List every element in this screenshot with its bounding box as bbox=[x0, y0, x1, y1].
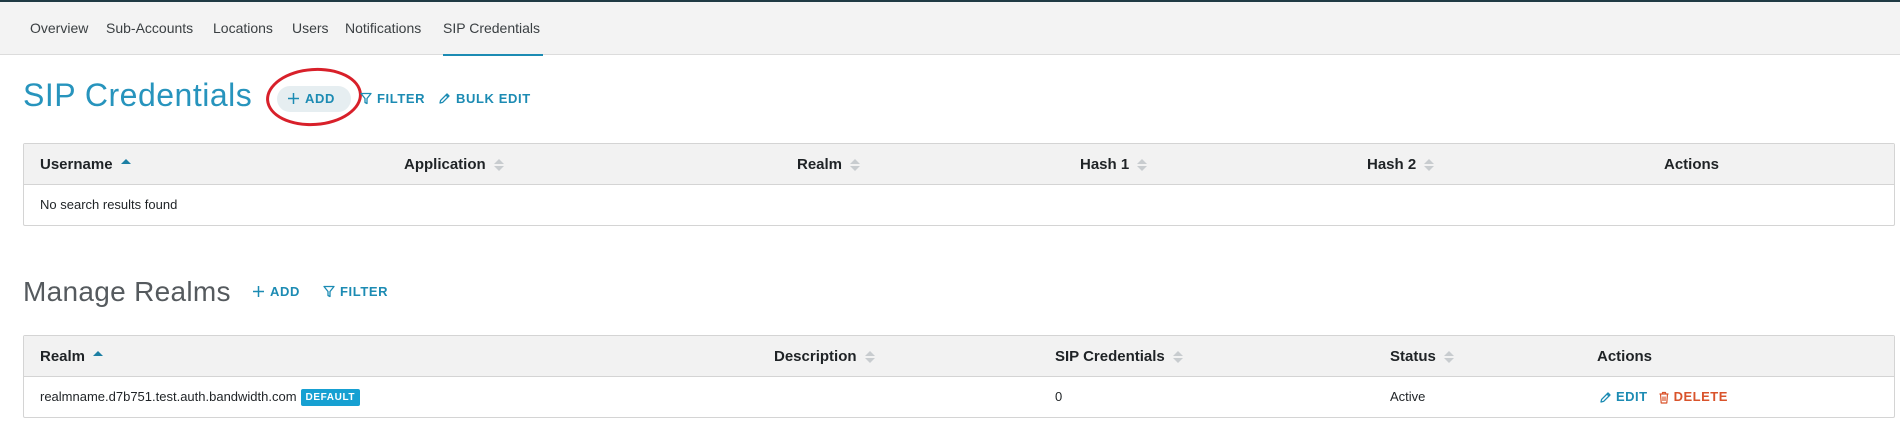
add-label: ADD bbox=[270, 284, 300, 299]
delete-realm-button[interactable]: DELETE bbox=[1658, 377, 1728, 417]
table-row: realmname.d7b751.test.auth.bandwidth.com… bbox=[24, 377, 1894, 417]
delete-label: DELETE bbox=[1673, 389, 1728, 404]
edit-label: EDIT bbox=[1616, 389, 1648, 404]
column-header-actions: Actions bbox=[1664, 156, 1720, 173]
trash-icon bbox=[1659, 391, 1669, 404]
plus-icon bbox=[253, 286, 264, 297]
tab-sub-accounts[interactable]: Sub-Accounts bbox=[106, 2, 193, 55]
add-sip-credential-button[interactable]: ADD bbox=[287, 91, 335, 106]
funnel-icon bbox=[360, 92, 372, 105]
sort-icon bbox=[850, 158, 861, 171]
actions-cell: EDIT DELETE bbox=[1599, 377, 1728, 417]
sip-credentials-title: SIP Credentials bbox=[23, 77, 253, 113]
filter-realms-button[interactable]: FILTER bbox=[323, 284, 388, 299]
tab-overview[interactable]: Overview bbox=[30, 2, 88, 55]
column-header-hash-1[interactable]: Hash 1 bbox=[1080, 144, 1148, 185]
manage-realms-title: Manage Realms bbox=[23, 276, 231, 307]
tab-users[interactable]: Users bbox=[292, 2, 329, 55]
active-tab-indicator bbox=[443, 54, 543, 56]
tab-locations[interactable]: Locations bbox=[213, 2, 273, 55]
add-label: ADD bbox=[305, 91, 335, 106]
add-realm-button[interactable]: ADD bbox=[252, 284, 300, 299]
column-header-realm[interactable]: Realm bbox=[40, 336, 104, 377]
table-header: Username Application Realm Hash 1 Hash 2… bbox=[24, 144, 1894, 185]
tab-bar: Overview Sub-Accounts Locations Users No… bbox=[0, 2, 1900, 56]
empty-row: No search results found bbox=[24, 185, 1894, 225]
sort-ascending-icon bbox=[93, 350, 104, 363]
sip-credentials-table: Username Application Realm Hash 1 Hash 2… bbox=[23, 143, 1895, 226]
sort-icon bbox=[1172, 350, 1183, 363]
filter-label: FILTER bbox=[340, 284, 389, 299]
column-header-application[interactable]: Application bbox=[404, 144, 504, 185]
table-header: Realm Description SIP Credentials Status… bbox=[24, 336, 1894, 377]
column-header-username[interactable]: Username bbox=[40, 144, 131, 185]
column-header-actions: Actions bbox=[1597, 348, 1653, 365]
plus-icon bbox=[288, 93, 299, 104]
sip-credentials-count-cell: 0 bbox=[1055, 389, 1063, 404]
column-header-hash-2[interactable]: Hash 2 bbox=[1367, 144, 1435, 185]
sort-ascending-icon bbox=[120, 158, 131, 171]
sort-icon bbox=[493, 158, 504, 171]
sort-icon bbox=[1137, 158, 1148, 171]
funnel-icon bbox=[323, 285, 335, 298]
sort-icon bbox=[1443, 350, 1454, 363]
column-header-description[interactable]: Description bbox=[774, 336, 875, 377]
bulk-edit-label: BULK EDIT bbox=[456, 91, 531, 106]
filter-sip-credentials-button[interactable]: FILTER bbox=[360, 91, 425, 106]
pencil-icon bbox=[439, 93, 450, 104]
realm-name: realmname.d7b751.test.auth.bandwidth.com bbox=[40, 389, 297, 404]
status-cell: Active bbox=[1390, 389, 1426, 404]
tab-notifications[interactable]: Notifications bbox=[345, 2, 421, 55]
empty-message: No search results found bbox=[40, 197, 178, 212]
realm-cell: realmname.d7b751.test.auth.bandwidth.com… bbox=[40, 377, 361, 417]
default-badge: DEFAULT bbox=[300, 388, 361, 406]
sort-icon bbox=[1424, 158, 1435, 171]
bulk-edit-button[interactable]: BULK EDIT bbox=[438, 91, 531, 106]
tab-sip-credentials[interactable]: SIP Credentials bbox=[443, 2, 540, 55]
pencil-icon bbox=[1600, 391, 1611, 403]
realms-table: Realm Description SIP Credentials Status… bbox=[23, 335, 1895, 418]
sort-icon bbox=[864, 350, 875, 363]
column-header-realm[interactable]: Realm bbox=[797, 144, 861, 185]
filter-label: FILTER bbox=[377, 91, 426, 106]
column-header-sip-credentials[interactable]: SIP Credentials bbox=[1055, 336, 1183, 377]
column-header-status[interactable]: Status bbox=[1390, 336, 1454, 377]
edit-realm-button[interactable]: EDIT bbox=[1599, 377, 1648, 417]
